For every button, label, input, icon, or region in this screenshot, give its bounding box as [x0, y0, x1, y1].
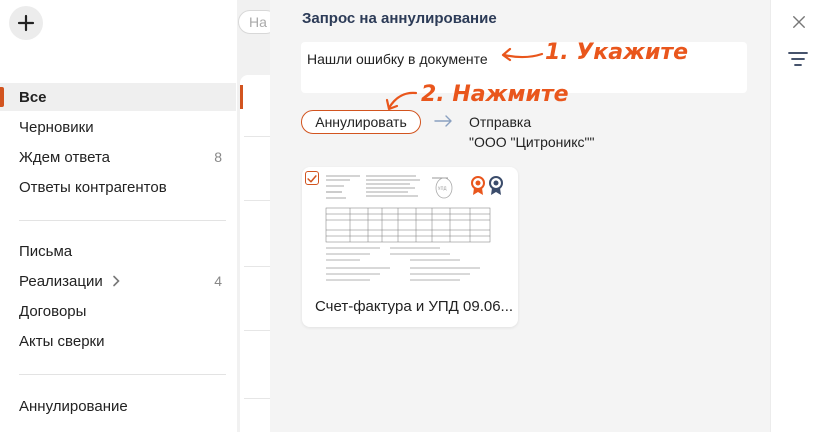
sidebar-item-drafts[interactable]: Черновики [0, 113, 236, 141]
annotation-arrow-icon [385, 91, 418, 111]
document-thumbnail: УПД [320, 172, 492, 284]
close-button[interactable] [787, 10, 811, 34]
annotation-arrow-icon [501, 47, 544, 62]
sidebar-item-awaiting[interactable]: Ждем ответа 8 [0, 143, 236, 171]
document-list-card [240, 75, 270, 432]
sidebar-item-all[interactable]: Все [0, 83, 236, 111]
chevron-right-icon[interactable] [111, 275, 121, 287]
sidebar: Все Черновики Ждем ответа 8 Ответы контр… [0, 0, 237, 432]
reason-text: Нашли ошибку в документе [307, 51, 488, 67]
sidebar-item-label: Договоры [19, 302, 87, 320]
sidebar-item-replies[interactable]: Ответы контрагентов [0, 173, 236, 201]
annotation-step2: 2. Нажмите [421, 82, 569, 107]
list-divider [244, 200, 270, 201]
sidebar-item-count: 8 [214, 149, 222, 165]
list-active-marker [240, 85, 243, 109]
close-icon [793, 16, 805, 28]
list-divider [244, 398, 270, 399]
add-button[interactable] [9, 6, 43, 40]
signature-badge-icon [489, 176, 503, 195]
sidebar-item-count: 4 [214, 273, 222, 289]
panel-title: Запрос на аннулирование [302, 10, 497, 27]
sidebar-item-annulment[interactable]: Аннулирование [0, 392, 236, 420]
send-recipient: "ООО "Цитроникс"" [469, 134, 595, 150]
signature-badge-icon [471, 176, 485, 195]
send-label: Отправка [469, 114, 532, 130]
check-icon [307, 175, 317, 183]
sidebar-item-label: Черновики [19, 118, 94, 136]
plus-icon [17, 14, 35, 32]
document-title: Счет-фактура и УПД 09.06... [315, 298, 514, 315]
sidebar-item-label: Письма [19, 242, 73, 260]
sidebar-divider [19, 374, 226, 375]
list-divider [244, 136, 270, 137]
arrow-right-icon [434, 115, 452, 127]
document-checkbox[interactable] [305, 171, 319, 185]
sidebar-item-label: Ждем ответа [19, 148, 110, 166]
list-divider [244, 266, 270, 267]
send-info: Отправка "ООО "Цитроникс"" [469, 112, 594, 152]
list-divider [244, 330, 270, 331]
annotation-step1: 1. Укажите [545, 40, 689, 65]
sidebar-item-label: Аннулирование [19, 397, 128, 415]
sidebar-item-letters[interactable]: Письма [0, 237, 236, 265]
filter-icon[interactable] [787, 50, 809, 68]
sidebar-item-reconciliation[interactable]: Акты сверки [0, 327, 236, 355]
sidebar-item-sales[interactable]: Реализации 4 [0, 267, 236, 295]
sidebar-item-label: Все [19, 88, 47, 106]
sidebar-item-label: Реализации [19, 272, 103, 290]
svg-text:УПД: УПД [438, 186, 447, 191]
sidebar-divider [19, 220, 226, 221]
sidebar-item-contracts[interactable]: Договоры [0, 297, 236, 325]
sidebar-item-label: Акты сверки [19, 332, 105, 350]
sidebar-item-label: Ответы контрагентов [19, 178, 167, 196]
